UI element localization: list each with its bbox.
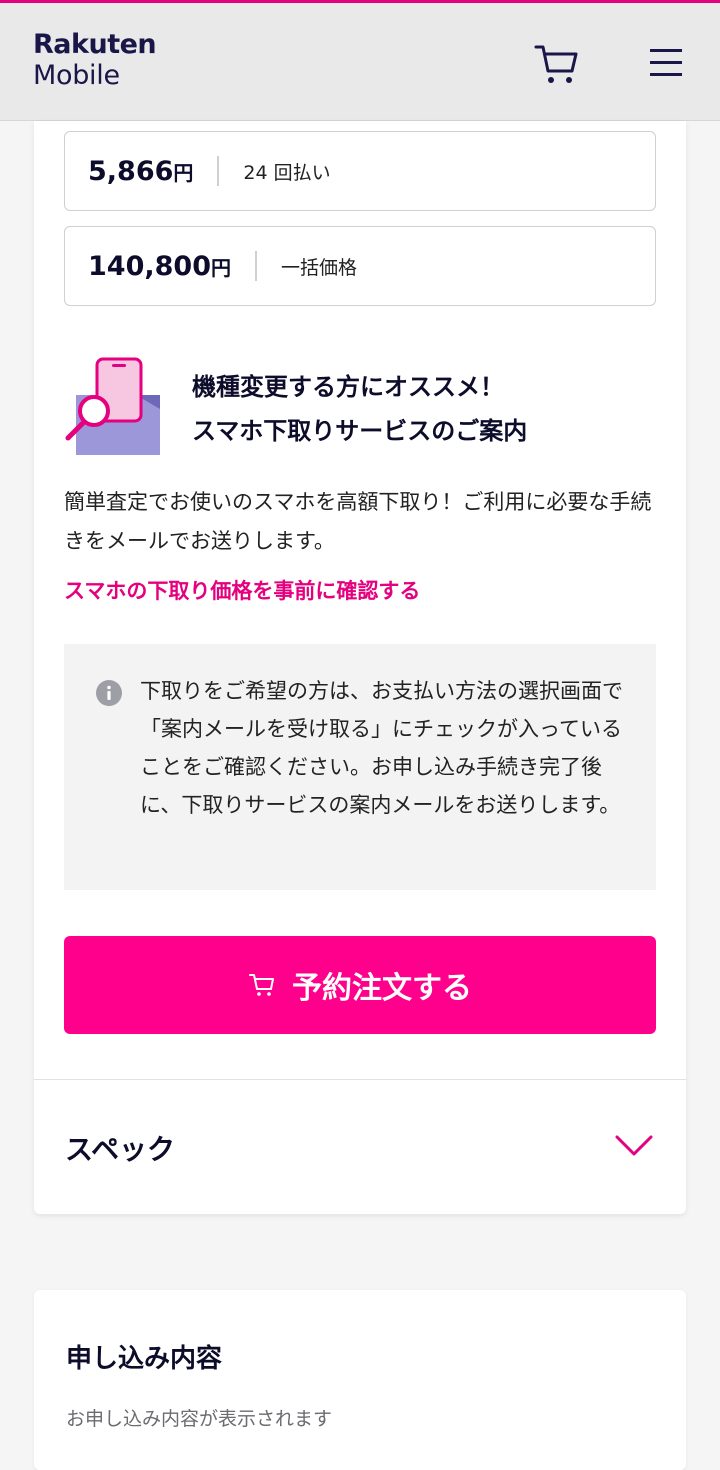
info-icon <box>96 680 122 706</box>
chevron-down-icon <box>615 1135 653 1156</box>
logo-line2: Mobile <box>33 60 120 91</box>
hamburger-menu-icon <box>650 49 682 76</box>
price-label: 24 回払い <box>243 161 331 184</box>
price-amount: 5,866円 <box>88 155 194 187</box>
promo-title-line1: 機種変更する方にオススメ！ <box>192 373 504 401</box>
application-summary-card: 申し込み内容 お申し込み内容が表示されます <box>34 1290 686 1470</box>
logo-line1: Rakuten <box>33 29 157 60</box>
reserve-order-button[interactable]: 予約注文する <box>64 936 656 1034</box>
cart-icon <box>534 45 578 83</box>
application-summary-placeholder: お申し込み内容が表示されます <box>66 1408 333 1430</box>
cart-button[interactable] <box>532 39 582 89</box>
price-amount: 140,800円 <box>88 250 231 282</box>
product-card: 5,866円 24 回払い 140,800円 一括価格 機種変更する方にオススメ… <box>34 121 686 1214</box>
price-divider <box>217 156 220 186</box>
trade-in-phone-illustration <box>64 357 164 457</box>
cart-icon <box>249 974 274 996</box>
spec-accordion[interactable]: スペック <box>34 1080 686 1214</box>
trade-in-price-check-link[interactable]: スマホの下取り価格を事前に確認する <box>64 575 420 605</box>
application-summary-title: 申し込み内容 <box>66 1344 223 1374</box>
site-header: Rakuten Mobile <box>0 3 720 121</box>
price-option-lump-sum[interactable]: 140,800円 一括価格 <box>64 226 656 306</box>
spec-label: スペック <box>65 1133 176 1166</box>
menu-button[interactable] <box>644 43 688 83</box>
rakuten-mobile-logo[interactable]: Rakuten Mobile <box>33 29 157 91</box>
reserve-order-label: 予約注文する <box>292 972 472 1005</box>
price-option-installment[interactable]: 5,866円 24 回払い <box>64 131 656 211</box>
trade-in-notice: 下取りをご希望の方は、お支払い方法の選択画面で「案内メールを受け取る」にチェック… <box>64 644 656 890</box>
notice-text: 下取りをご希望の方は、お支払い方法の選択画面で「案内メールを受け取る」にチェック… <box>140 679 623 817</box>
promo-title-line2: スマホ下取りサービスのご案内 <box>192 417 528 445</box>
price-label: 一括価格 <box>280 256 357 279</box>
price-divider <box>254 251 257 281</box>
trade-in-promo-description: 簡単査定でお使いのスマホを高額下取り！ご利用に必要な手続きをメールでお送りします… <box>64 490 652 553</box>
trade-in-promo-title: 機種変更する方にオススメ！ スマホ下取りサービスのご案内 <box>192 365 527 453</box>
